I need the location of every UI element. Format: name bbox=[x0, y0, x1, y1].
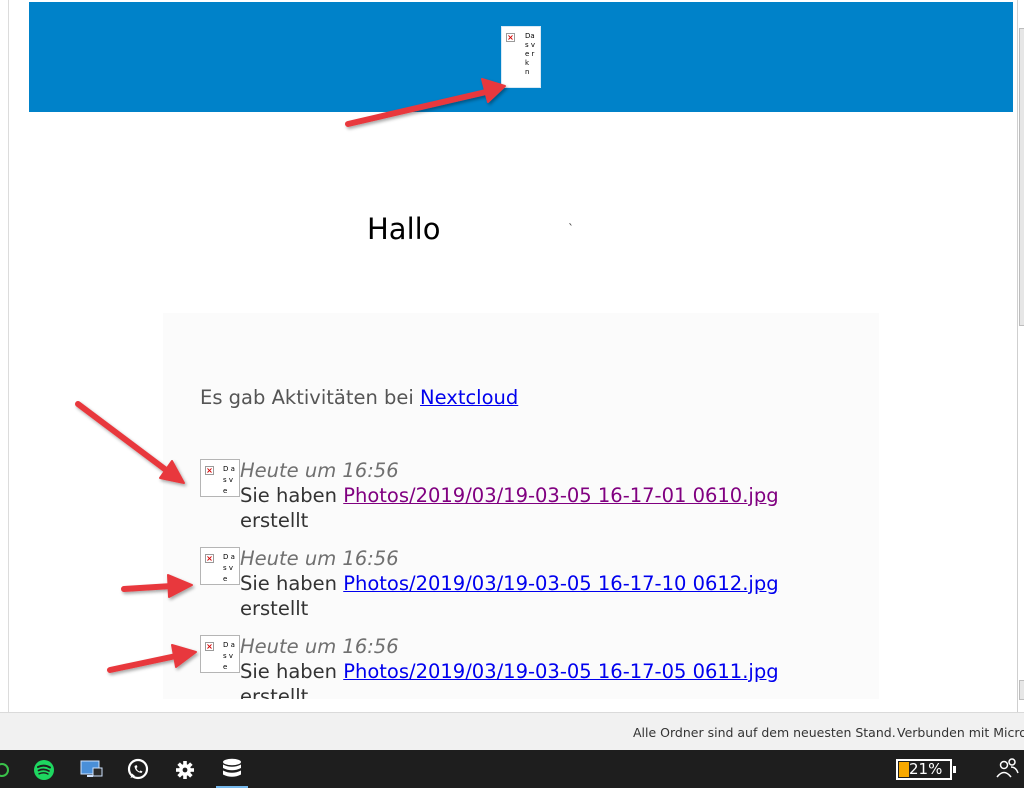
greeting-heading: Hallo bbox=[367, 212, 441, 246]
sync-status-text: Alle Ordner sind auf dem neuesten Stand. bbox=[633, 725, 896, 740]
greeting-stray-mark: ` bbox=[568, 222, 574, 236]
broken-image-icon: × bbox=[205, 466, 214, 475]
partial-app-icon[interactable] bbox=[0, 750, 26, 788]
broken-image-icon: × bbox=[205, 554, 214, 563]
status-bar: Alle Ordner sind auf dem neuesten Stand.… bbox=[0, 712, 1024, 751]
activity-intro: Es gab Aktivitäten bei Nextcloud bbox=[200, 386, 518, 409]
window-left-border bbox=[8, 0, 9, 712]
scrollbar-thumb-lower[interactable] bbox=[1019, 680, 1024, 700]
broken-activity-icon: × D as ve bbox=[200, 635, 240, 673]
broken-logo-image: × Das ve rk n bbox=[501, 26, 541, 88]
activity-time: Heute um 16:56 bbox=[240, 635, 399, 658]
activity-suffix: erstellt bbox=[240, 685, 309, 699]
file-link[interactable]: Photos/2019/03/19-03-05 16-17-10 0612.jp… bbox=[343, 572, 778, 595]
connection-status-text: Verbunden mit Micros bbox=[897, 725, 1024, 740]
battery-indicator[interactable]: 21% bbox=[896, 759, 956, 780]
people-icon[interactable] bbox=[990, 750, 1024, 788]
activity-prefix: Sie haben bbox=[240, 484, 344, 507]
activity-prefix: Sie haben bbox=[240, 572, 344, 595]
file-link[interactable]: Photos/2019/03/19-03-05 16-17-01 0610.jp… bbox=[343, 484, 778, 507]
activity-time: Heute um 16:56 bbox=[240, 459, 399, 482]
battery-fill bbox=[899, 762, 909, 777]
icon-alt-text: D as ve bbox=[223, 641, 235, 671]
vertical-scrollbar[interactable] bbox=[1017, 0, 1024, 712]
nextcloud-link[interactable]: Nextcloud bbox=[420, 386, 518, 409]
activity-suffix: erstellt bbox=[240, 597, 309, 620]
activity-description: Sie haben Photos/2019/03/19-03-05 16-17-… bbox=[240, 572, 779, 595]
activity-entry: × D as ve Heute um 16:56 Sie haben Photo… bbox=[200, 547, 860, 631]
icon-alt-text: D as ve bbox=[223, 553, 235, 583]
broken-activity-icon: × D as ve bbox=[200, 459, 240, 497]
broken-image-icon: × bbox=[205, 642, 214, 651]
broken-activity-icon: × D as ve bbox=[200, 547, 240, 585]
windows-taskbar: 21% bbox=[0, 750, 1024, 788]
activity-intro-text: Es gab Aktivitäten bei bbox=[200, 386, 421, 409]
activity-description: Sie haben Photos/2019/03/19-03-05 16-17-… bbox=[240, 484, 779, 507]
activity-suffix: erstellt bbox=[240, 509, 309, 532]
spotify-icon[interactable] bbox=[24, 750, 64, 788]
activity-prefix: Sie haben bbox=[240, 660, 344, 683]
activity-entry: × D as ve Heute um 16:56 Sie haben Photo… bbox=[200, 635, 860, 699]
activity-panel: Es gab Aktivitäten bei Nextcloud × D as … bbox=[163, 313, 879, 699]
gear-icon[interactable] bbox=[165, 750, 205, 788]
battery-percentage: 21% bbox=[909, 760, 943, 778]
logo-alt-text: Das ve rk n bbox=[525, 32, 536, 76]
battery-nub bbox=[953, 766, 956, 773]
broken-image-icon: × bbox=[506, 33, 515, 42]
whatsapp-icon[interactable] bbox=[118, 750, 158, 788]
icon-alt-text: D as ve bbox=[223, 465, 235, 495]
scrollbar-thumb[interactable] bbox=[1019, 28, 1024, 326]
remote-desktop-icon[interactable] bbox=[71, 750, 111, 788]
activity-time: Heute um 16:56 bbox=[240, 547, 399, 570]
file-link[interactable]: Photos/2019/03/19-03-05 16-17-05 0611.jp… bbox=[343, 660, 778, 683]
activity-entry: × D as ve Heute um 16:56 Sie haben Photo… bbox=[200, 459, 860, 543]
database-icon[interactable] bbox=[212, 750, 252, 788]
activity-description: Sie haben Photos/2019/03/19-03-05 16-17-… bbox=[240, 660, 779, 683]
